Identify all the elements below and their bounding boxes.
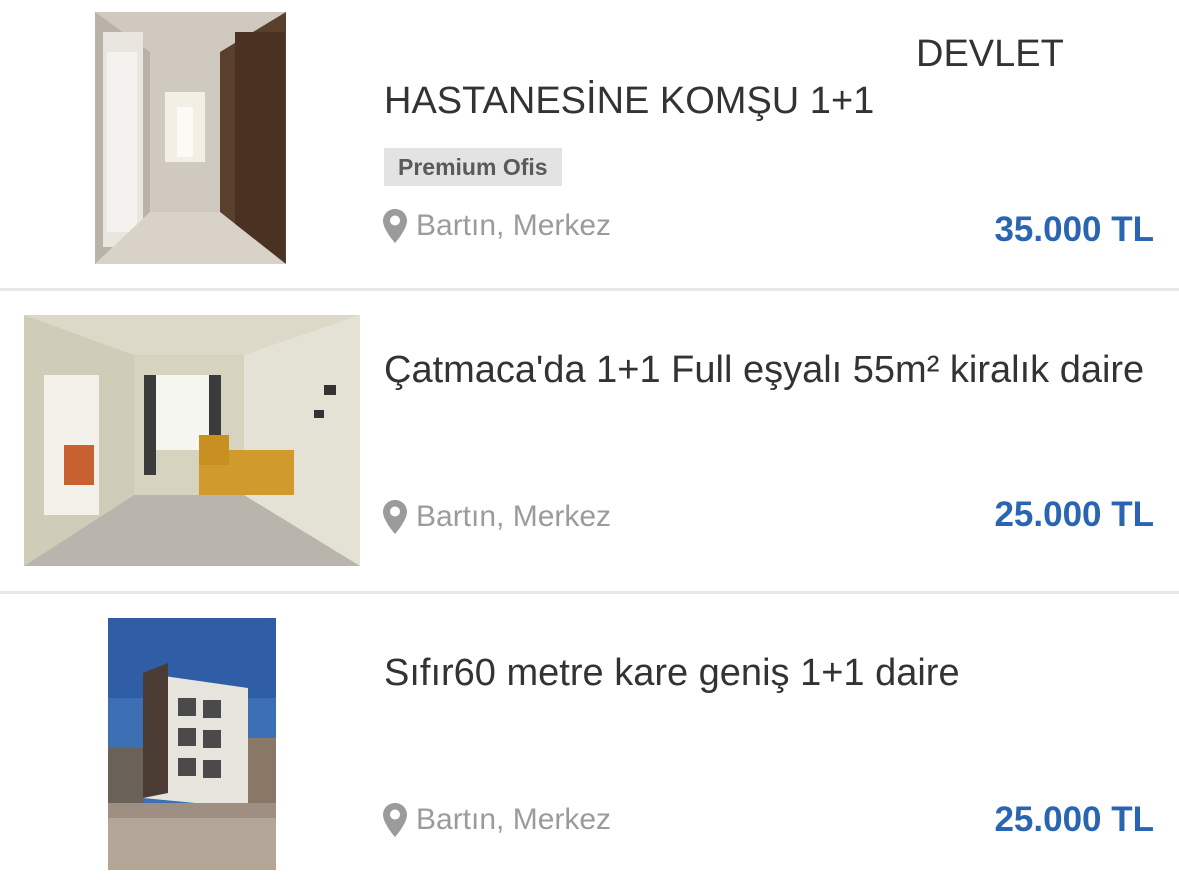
listing-price: 25.000 TL [994,800,1154,839]
listing-card[interactable]: Sıfır60 metre kare geniş 1+1 daire Bartı… [0,594,1179,881]
listing-location: Bartın, Merkez [382,802,611,838]
listing-photo[interactable] [108,618,276,870]
listing-photo[interactable] [95,12,286,264]
listing-location: Bartın, Merkez [382,499,611,535]
listing-photo[interactable] [24,315,360,566]
listing-title[interactable]: Çatmaca'da 1+1 Full eşyalı 55m² kiralık … [384,339,1164,401]
location-text: Bartın, Merkez [416,209,612,242]
map-pin-icon [383,209,407,243]
location-text: Bartın, Merkez [416,803,612,836]
map-pin-icon [383,803,407,837]
listing-price: 25.000 TL [994,495,1154,534]
map-pin-icon [383,500,407,534]
listing-location: Bartın, Merkez [382,208,611,244]
listing-title[interactable]: DEVLET HASTANESİNE KOMŞU 1+1 [384,0,1164,132]
premium-badge: Premium Ofis [384,148,562,186]
listing-price: 35.000 TL [994,210,1154,249]
listing-card[interactable]: Çatmaca'da 1+1 Full eşyalı 55m² kiralık … [0,291,1179,591]
listing-title[interactable]: Sıfır60 metre kare geniş 1+1 daire [384,642,1164,704]
listing-card[interactable]: DEVLET HASTANESİNE KOMŞU 1+1 Premium Ofi… [0,0,1179,288]
location-text: Bartın, Merkez [416,500,612,533]
